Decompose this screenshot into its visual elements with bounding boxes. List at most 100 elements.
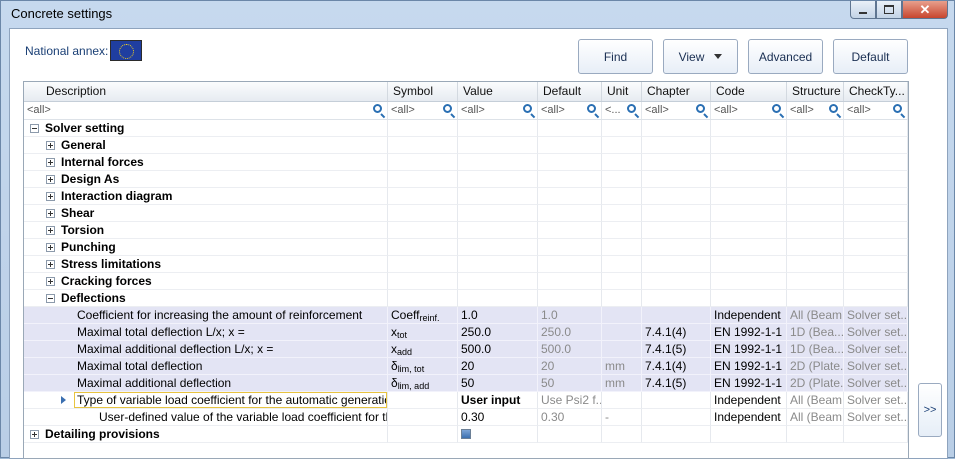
search-icon[interactable]: [373, 104, 382, 113]
tree-node-group[interactable]: Internal forces: [24, 154, 388, 171]
check-text: Solver set...: [847, 325, 908, 339]
column-header-structure[interactable]: Structure: [787, 82, 844, 101]
search-icon[interactable]: [893, 104, 902, 113]
unit-text: mm: [605, 376, 625, 390]
tree-row-group[interactable]: Punching: [24, 239, 908, 256]
expand-icon[interactable]: [46, 175, 55, 184]
value-cell[interactable]: 1.0: [458, 307, 538, 324]
tree-row-group[interactable]: Internal forces: [24, 154, 908, 171]
column-header-symbol[interactable]: Symbol: [388, 82, 458, 101]
filter-chapter[interactable]: <all>: [642, 102, 711, 119]
search-icon[interactable]: [696, 104, 705, 113]
tree-row-group[interactable]: Design As: [24, 171, 908, 188]
tree-node-group[interactable]: Cracking forces: [24, 273, 388, 290]
tree-node-group[interactable]: Torsion: [24, 222, 388, 239]
default-button[interactable]: Default: [833, 39, 908, 74]
value-cell[interactable]: User input: [458, 392, 538, 409]
code-text: EN 1992-1-1: [714, 342, 783, 356]
filter-description[interactable]: <all>: [24, 102, 388, 119]
column-header-chapter[interactable]: Chapter: [642, 82, 711, 101]
tree-node-detailing-provisions[interactable]: Detailing provisions: [24, 426, 388, 443]
tree-node-group[interactable]: Interaction diagram: [24, 188, 388, 205]
tree-node-solver-setting[interactable]: Solver setting: [24, 120, 388, 137]
maximize-button[interactable]: [876, 1, 902, 19]
column-header-default[interactable]: Default: [538, 82, 602, 101]
structure-text: All (Beam...: [790, 393, 843, 407]
expand-icon[interactable]: [46, 158, 55, 167]
value-cell[interactable]: 0.30: [458, 409, 538, 426]
tree-row-group[interactable]: Shear: [24, 205, 908, 222]
filter-structure[interactable]: <all>: [787, 102, 844, 119]
filter-value[interactable]: <all>: [458, 102, 538, 119]
filter-symbol[interactable]: <all>: [388, 102, 458, 119]
setting-row[interactable]: Type of variable load coefficient for th…: [24, 392, 908, 409]
value-cell[interactable]: 50: [458, 375, 538, 392]
setting-row[interactable]: Maximal additional deflection δlim, add 50…: [24, 375, 908, 392]
empty-cell: [787, 154, 844, 171]
expand-panel-button[interactable]: >>: [918, 383, 942, 437]
tree-row-solver-setting[interactable]: Solver setting: [24, 120, 908, 137]
filter-unit[interactable]: <...: [602, 102, 642, 119]
setting-row[interactable]: Coefficient for increasing the amount of…: [24, 307, 908, 324]
expand-icon[interactable]: [46, 243, 55, 252]
search-icon[interactable]: [587, 104, 596, 113]
filter-code[interactable]: <all>: [711, 102, 787, 119]
tree-node-group[interactable]: Shear: [24, 205, 388, 222]
column-header-code[interactable]: Code: [711, 82, 787, 101]
expand-icon[interactable]: [46, 209, 55, 218]
tree-node-group[interactable]: General: [24, 137, 388, 154]
collapse-icon[interactable]: [30, 124, 39, 133]
value-cell[interactable]: 250.0: [458, 324, 538, 341]
tree-node-group[interactable]: Design As: [24, 171, 388, 188]
tree-row-group[interactable]: Stress limitations: [24, 256, 908, 273]
setting-description-cell[interactable]: Maximal additional deflection: [24, 375, 388, 392]
detailing-value-cell[interactable]: [458, 426, 538, 443]
filter-default[interactable]: <all>: [538, 102, 602, 119]
tree-row-group[interactable]: General: [24, 137, 908, 154]
column-header-description[interactable]: Description: [24, 82, 388, 101]
find-button[interactable]: Find: [578, 39, 653, 74]
search-icon[interactable]: [829, 104, 838, 113]
tree-row-deflections[interactable]: Deflections: [24, 290, 908, 307]
setting-description-cell[interactable]: Maximal total deflection: [24, 358, 388, 375]
expand-icon[interactable]: [46, 277, 55, 286]
tree-row-group[interactable]: Cracking forces: [24, 273, 908, 290]
setting-description-cell[interactable]: Type of variable load coefficient for th…: [24, 392, 388, 409]
setting-row[interactable]: User-defined value of the variable load …: [24, 409, 908, 426]
eu-flag-icon[interactable]: [110, 40, 142, 61]
column-header-value[interactable]: Value: [458, 82, 538, 101]
collapse-icon[interactable]: [46, 294, 55, 303]
setting-description-cell[interactable]: Maximal additional deflection L/x; x =: [24, 341, 388, 358]
minimize-button[interactable]: [850, 1, 876, 19]
expand-icon[interactable]: [46, 141, 55, 150]
tree-row-group[interactable]: Interaction diagram: [24, 188, 908, 205]
setting-row[interactable]: Maximal total deflection δlim, tot 20 20 mm 7…: [24, 358, 908, 375]
tree-node-group[interactable]: Punching: [24, 239, 388, 256]
search-icon[interactable]: [443, 104, 452, 113]
tree-row-detailing-provisions[interactable]: Detailing provisions: [24, 426, 908, 443]
search-icon[interactable]: [772, 104, 781, 113]
filter-checktype[interactable]: <all>: [844, 102, 908, 119]
column-header-checktype[interactable]: CheckTy...: [844, 82, 908, 101]
value-picker-icon[interactable]: [461, 429, 471, 439]
expand-icon[interactable]: [46, 192, 55, 201]
expand-icon[interactable]: [46, 260, 55, 269]
setting-row[interactable]: Maximal total deflection L/x; x = xtot 250…: [24, 324, 908, 341]
setting-row[interactable]: Maximal additional deflection L/x; x = xa…: [24, 341, 908, 358]
setting-description-cell[interactable]: Maximal total deflection L/x; x =: [24, 324, 388, 341]
search-icon[interactable]: [523, 104, 532, 113]
close-button[interactable]: ✕: [902, 1, 948, 19]
expand-icon[interactable]: [46, 226, 55, 235]
tree-node-deflections[interactable]: Deflections: [24, 290, 388, 307]
tree-node-group[interactable]: Stress limitations: [24, 256, 388, 273]
advanced-button[interactable]: Advanced: [748, 39, 823, 74]
value-cell[interactable]: 20: [458, 358, 538, 375]
column-header-unit[interactable]: Unit: [602, 82, 642, 101]
value-cell[interactable]: 500.0: [458, 341, 538, 358]
setting-description-cell[interactable]: Coefficient for increasing the amount of…: [24, 307, 388, 324]
view-button[interactable]: View: [663, 39, 738, 74]
setting-description-cell[interactable]: User-defined value of the variable load …: [24, 409, 388, 426]
expand-icon[interactable]: [30, 430, 39, 439]
search-icon[interactable]: [627, 104, 636, 113]
tree-row-group[interactable]: Torsion: [24, 222, 908, 239]
